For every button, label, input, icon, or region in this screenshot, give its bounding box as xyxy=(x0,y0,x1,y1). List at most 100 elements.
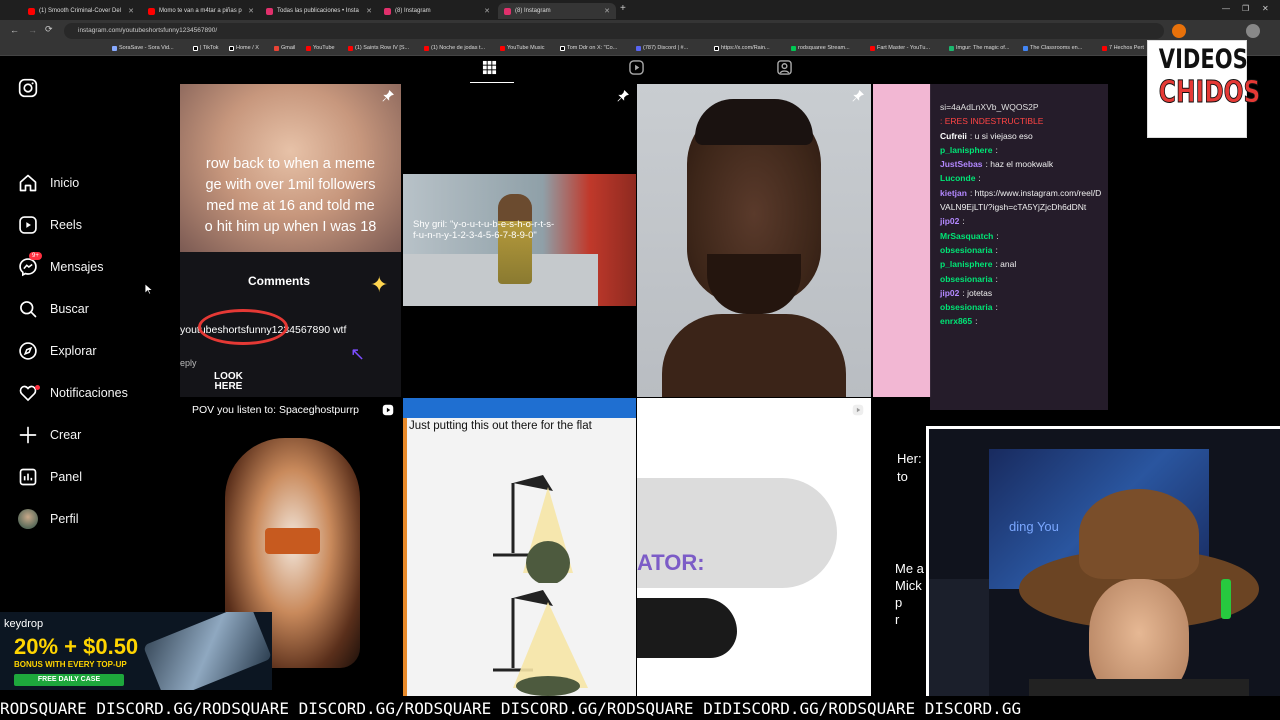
close-tab-icon[interactable]: ✕ xyxy=(366,7,372,15)
rifle-image xyxy=(142,612,272,690)
bookmark-item[interactable]: SoraSave - Sora Vid... xyxy=(112,45,174,51)
chat-message: kietjan: https://www.instagram.com/reel/… xyxy=(940,186,1102,215)
videos-chidos-logo: VIDEOS CHIDOS xyxy=(1147,40,1261,138)
post-tile[interactable]: Her: to Me a Mick p r xyxy=(873,398,929,696)
bookmark-item[interactable]: Imgur: The magic of... xyxy=(949,45,1009,51)
reels-tab-icon[interactable] xyxy=(629,60,644,75)
keydrop-ad-overlay: keydrop 20% + $0.50 BONUS WITH EVERY TOP… xyxy=(0,612,272,690)
close-tab-icon[interactable]: ✕ xyxy=(248,7,254,15)
sidebar-item-mensajes[interactable]: 9+ Mensajes xyxy=(18,252,104,281)
red-circle-annotation xyxy=(198,309,288,345)
bookmark-item[interactable]: | TikTok xyxy=(193,45,219,51)
reload-icon[interactable]: ⟳ xyxy=(45,24,53,35)
minimize-button[interactable]: — xyxy=(1222,4,1230,13)
chat-text: : haz el mookwalk xyxy=(985,159,1054,170)
browser-tab[interactable]: (1) Smooth Criminal-Cover Del ✕ xyxy=(22,3,140,19)
chat-message: : ERES INDESTRUCTIBLE xyxy=(940,114,1102,128)
chat-username: enrx865 xyxy=(940,316,973,327)
extension-icon[interactable] xyxy=(1172,24,1186,38)
browser-tab[interactable]: (8) Instagram ✕ xyxy=(378,3,496,19)
post-tile[interactable]: Shy gril: "y-o-u-t-u-b-e-s-h-o-r-t-s- f-… xyxy=(403,84,636,397)
messenger-icon xyxy=(19,258,37,277)
youtube-icon xyxy=(28,7,35,15)
instagram-logo-icon[interactable] xyxy=(18,78,38,98)
sidebar-item-reels[interactable]: Reels xyxy=(18,211,82,239)
close-tab-icon[interactable]: ✕ xyxy=(604,7,610,15)
chat-username: Luconde xyxy=(940,173,976,184)
bookmark-item[interactable]: (787) Discord | #... xyxy=(636,45,688,51)
pin-icon xyxy=(617,90,629,102)
chat-message: si=4aAdLnXVb_WQOS2P xyxy=(940,100,1102,114)
plus-icon xyxy=(19,426,37,444)
bookmark-item[interactable]: YouTube xyxy=(306,45,335,51)
post-tile[interactable] xyxy=(873,84,931,397)
chat-text: : xyxy=(996,230,999,241)
post-image xyxy=(662,314,846,397)
post-caption: Her: to xyxy=(897,451,922,484)
reels-icon xyxy=(19,216,37,234)
post-caption: LOOK HERE xyxy=(214,371,243,392)
url-input[interactable]: instagram.com/youtubeshortsfunny12345678… xyxy=(64,23,1164,39)
posts-grid-tab-icon[interactable] xyxy=(482,60,497,75)
bookmark-item[interactable]: rodsquaree Stream... xyxy=(791,45,850,51)
forward-icon[interactable]: → xyxy=(28,25,37,35)
chat-message: enrx865: xyxy=(940,314,1102,328)
sidebar-item-explorar[interactable]: Explorar xyxy=(18,337,97,365)
instagram-icon xyxy=(504,7,511,15)
post-tile[interactable]: Just putting this out there for the flat xyxy=(403,398,636,696)
new-tab-button[interactable]: + xyxy=(620,3,626,14)
stream-chat-overlay: si=4aAdLnXVb_WQOS2P : ERES INDESTRUCTIBLE… xyxy=(930,84,1108,410)
pin-icon xyxy=(852,90,864,102)
bookmark-item[interactable]: 7 Hechos Pert xyxy=(1102,45,1144,51)
youtube-icon xyxy=(148,7,155,15)
bookmark-item[interactable]: The Classrooms en... xyxy=(1023,45,1082,51)
post-tile[interactable]: ATOR: xyxy=(637,398,871,696)
bookmark-item[interactable]: YouTube Music xyxy=(500,45,545,51)
bookmark-item[interactable]: (1) Saints Row IV [S... xyxy=(348,45,409,51)
profile-avatar-icon[interactable] xyxy=(1246,24,1260,38)
browser-tab-active[interactable]: (8) Instagram ✕ xyxy=(498,3,616,19)
chat-text: : xyxy=(962,216,965,227)
sidebar-item-inicio[interactable]: Inicio xyxy=(18,169,79,197)
chat-username: p_lanisphere xyxy=(940,259,993,270)
sidebar-item-crear[interactable]: Crear xyxy=(18,421,81,449)
bookmark-item[interactable]: Home / X xyxy=(229,45,259,51)
post-caption: row back to when a meme ge with over 1mi… xyxy=(204,156,377,235)
tagged-tab-icon[interactable] xyxy=(777,60,792,75)
home-icon xyxy=(19,174,37,192)
bookmark-item[interactable]: Gmail xyxy=(274,45,295,51)
dashboard-icon xyxy=(19,468,37,486)
arrow-icon: ↖ xyxy=(350,344,366,364)
browser-tab[interactable]: Momo te van a m4tar a piñas p ✕ xyxy=(142,3,260,19)
chat-text: si=4aAdLnXVb_WQOS2P xyxy=(940,102,1039,112)
chat-text: : xyxy=(995,302,998,313)
close-tab-icon[interactable]: ✕ xyxy=(484,7,490,15)
sidebar-item-notificaciones[interactable]: Notificaciones xyxy=(18,379,128,407)
close-window-button[interactable]: ✕ xyxy=(1262,4,1269,13)
close-tab-icon[interactable]: ✕ xyxy=(128,7,134,15)
back-icon[interactable]: ← xyxy=(10,25,19,35)
post-image xyxy=(695,99,813,145)
post-image xyxy=(637,598,737,658)
maximize-button[interactable]: ❐ xyxy=(1242,4,1249,13)
sidebar-item-perfil[interactable]: Perfil xyxy=(18,505,78,533)
bookmark-item[interactable]: Fart Master - YouTu... xyxy=(870,45,930,51)
post-tile[interactable] xyxy=(637,84,871,397)
chat-message: p_lanisphere: xyxy=(940,143,1102,157)
chat-username: obsesionaria xyxy=(940,244,993,255)
chat-text: : xyxy=(995,244,998,255)
unread-badge: 9+ xyxy=(29,252,42,260)
bookmark-item[interactable]: Tom Ddr on X: "Co... xyxy=(560,45,617,51)
ad-cta: FREE DAILY CASE xyxy=(14,674,124,686)
bookmark-item[interactable]: https://x.com/Rain... xyxy=(714,45,770,51)
sidebar-item-panel[interactable]: Panel xyxy=(18,463,82,491)
notification-dot xyxy=(35,385,40,390)
post-image xyxy=(265,528,320,554)
sidebar-item-buscar[interactable]: Buscar xyxy=(18,295,89,323)
chat-username: kietjan xyxy=(940,187,967,198)
chat-message: jip02: xyxy=(940,214,1102,228)
browser-tab[interactable]: Todas las publicaciones • Insta ✕ xyxy=(260,3,378,19)
post-image xyxy=(707,254,801,314)
post-tile[interactable]: row back to when a meme ge with over 1mi… xyxy=(180,84,401,397)
bookmark-item[interactable]: (1) Noche de jodas t... xyxy=(424,45,485,51)
